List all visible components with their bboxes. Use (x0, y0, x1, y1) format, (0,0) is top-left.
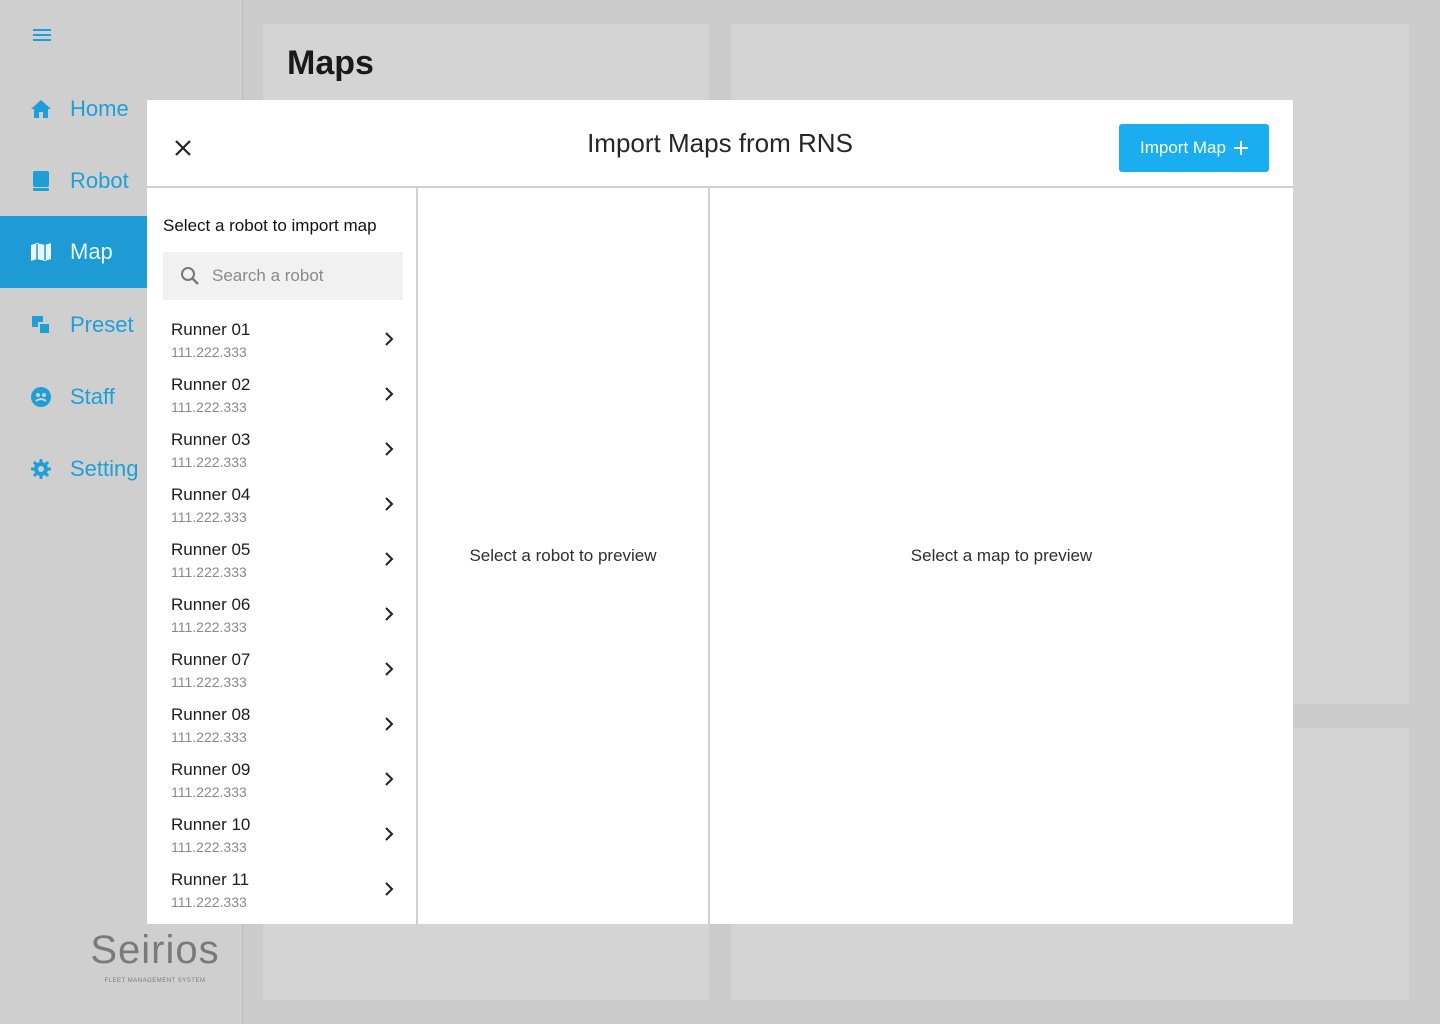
robot-select-heading: Select a robot to import map (163, 216, 377, 235)
robot-list-item[interactable]: Runner 08 111.222.333 (147, 703, 416, 758)
logo-wordmark: Seirios (90, 928, 220, 972)
search-input[interactable] (212, 266, 392, 286)
chevron-right-icon (385, 552, 394, 566)
robot-ip: 111.222.333 (171, 619, 247, 635)
gear-icon (30, 458, 52, 480)
robot-name: Runner 06 (171, 595, 251, 614)
robot-ip: 111.222.333 (171, 674, 247, 690)
sidebar-item-label: Map (70, 239, 113, 264)
robot-ip: 111.222.333 (171, 454, 247, 470)
robot-list-item[interactable]: Runner 07 111.222.333 (147, 648, 416, 703)
modal-header: Import Maps from RNS Import Map (147, 100, 1293, 188)
robot-name: Runner 04 (171, 485, 251, 504)
robot-list-item[interactable]: Runner 03 111.222.333 (147, 428, 416, 483)
sidebar-item-label: Robot (70, 168, 129, 193)
robot-name: Runner 10 (171, 815, 251, 834)
page-title: Maps (287, 44, 374, 82)
sidebar-item-label: Setting (70, 456, 139, 481)
chevron-right-icon (385, 442, 394, 456)
chevron-right-icon (385, 387, 394, 401)
staff-icon (30, 386, 52, 408)
map-preview-pane: Select a map to preview (710, 188, 1293, 924)
robot-list: Runner 01 111.222.333 Runner 02 111.222.33… (147, 318, 416, 923)
robot-ip: 111.222.333 (171, 564, 247, 580)
seirios-logo: Seirios FLEET MANAGEMENT SYSTEM (88, 928, 222, 990)
import-maps-modal: Import Maps from RNS Import Map Select a… (147, 100, 1293, 924)
robot-name: Runner 09 (171, 760, 251, 779)
chevron-right-icon (385, 607, 394, 621)
robot-search[interactable] (163, 252, 403, 300)
robot-name: Runner 11 (171, 870, 250, 889)
chevron-right-icon (385, 882, 394, 896)
robot-preview-pane: Select a robot to preview (418, 188, 710, 924)
robot-ip: 111.222.333 (171, 839, 247, 855)
robot-ip: 111.222.333 (171, 729, 247, 745)
preset-icon (30, 314, 52, 336)
map-icon (30, 241, 52, 263)
robot-ip: 111.222.333 (171, 344, 247, 360)
sidebar-item-label: Staff (70, 384, 115, 409)
robot-list-item[interactable]: Runner 04 111.222.333 (147, 483, 416, 538)
sidebar-item-label: Home (70, 96, 129, 121)
robot-select-pane: Select a robot to import map Runner 01 11… (147, 188, 418, 924)
robot-list-item[interactable]: Runner 10 111.222.333 (147, 813, 416, 868)
chevron-right-icon (385, 772, 394, 786)
robot-list-item[interactable]: Runner 06 111.222.333 (147, 593, 416, 648)
plus-icon (1233, 141, 1248, 155)
robot-list-item[interactable]: Runner 02 111.222.333 (147, 373, 416, 428)
chevron-right-icon (385, 827, 394, 841)
robot-ip: 111.222.333 (171, 784, 247, 800)
robot-ip: 111.222.333 (171, 399, 247, 415)
import-map-button[interactable]: Import Map (1119, 124, 1269, 172)
robot-name: Runner 07 (171, 650, 251, 669)
import-map-button-label: Import Map (1140, 138, 1226, 157)
map-preview-placeholder: Select a map to preview (910, 546, 1093, 565)
robot-name: Runner 02 (171, 375, 251, 394)
robot-list-item[interactable]: Runner 09 111.222.333 (147, 758, 416, 813)
chevron-right-icon (385, 332, 394, 346)
sidebar-item-label: Preset (70, 312, 134, 337)
logo-tagline: FLEET MANAGEMENT SYSTEM (104, 978, 206, 984)
robot-list-item[interactable]: Runner 01 111.222.333 (147, 318, 416, 373)
robot-ip: 111.222.333 (171, 894, 247, 910)
chevron-right-icon (385, 662, 394, 676)
hamburger-menu-icon[interactable] (30, 26, 54, 46)
robot-list-item[interactable]: Runner 11 111.222.333 (147, 868, 416, 923)
robot-name: Runner 01 (171, 320, 251, 339)
robot-name: Runner 05 (171, 540, 251, 559)
search-icon (181, 267, 199, 285)
robot-list-item[interactable]: Runner 05 111.222.333 (147, 538, 416, 593)
robot-name: Runner 08 (171, 705, 251, 724)
robot-icon (30, 170, 52, 192)
chevron-right-icon (385, 717, 394, 731)
chevron-right-icon (385, 497, 394, 511)
robot-name: Runner 03 (171, 430, 251, 449)
home-icon (30, 98, 52, 120)
robot-preview-placeholder: Select a robot to preview (469, 546, 657, 565)
robot-ip: 111.222.333 (171, 509, 247, 525)
